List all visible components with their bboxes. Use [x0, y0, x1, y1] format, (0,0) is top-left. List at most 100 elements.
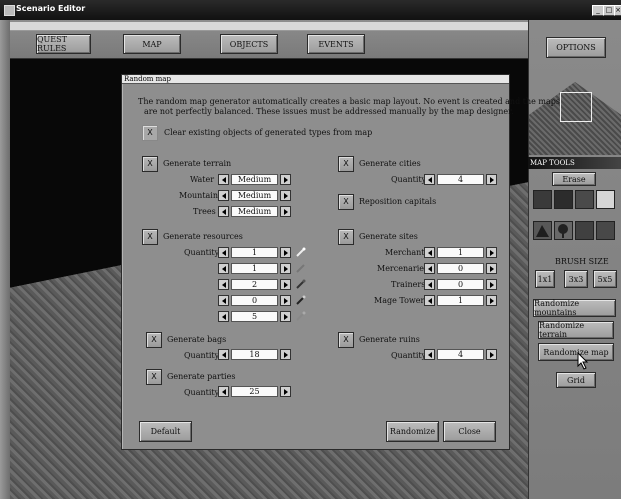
parties-quantity-label: Quantity — [184, 388, 220, 397]
trees-increase-button[interactable] — [280, 206, 291, 217]
resource-2-icon — [296, 264, 305, 273]
generate-bags-label: Generate bags — [167, 335, 227, 344]
erase-button[interactable]: Erase — [552, 172, 596, 186]
ruins-quantity-value: 4 — [437, 349, 484, 360]
window-titlebar: Scenario Editor _ □ × — [0, 0, 621, 21]
mountains-value: Medium — [231, 190, 278, 201]
generate-sites-checkbox[interactable]: X — [338, 229, 354, 245]
brush-size-label: BRUSH SIZE — [555, 257, 609, 266]
generate-resources-checkbox[interactable]: X — [142, 229, 158, 245]
resource-5-increase-button[interactable] — [280, 311, 291, 322]
brush-3x3-button[interactable]: 3x3 — [564, 270, 588, 288]
resource-5-decrease-button[interactable] — [218, 311, 229, 322]
mage-towers-label: Mage Towers — [374, 296, 429, 305]
tab-events[interactable]: EVENTS — [307, 34, 365, 54]
water-decrease-button[interactable] — [218, 174, 229, 185]
bags-decrease-button[interactable] — [218, 349, 229, 360]
cities-quantity-label: Quantity — [391, 175, 427, 184]
resource-2-increase-button[interactable] — [280, 263, 291, 274]
resource-2-decrease-button[interactable] — [218, 263, 229, 274]
tab-quest-rules[interactable]: QUEST RULES — [36, 34, 91, 54]
randomize-mountains-button[interactable]: Randomize mountains — [533, 299, 616, 317]
resource-3-decrease-button[interactable] — [218, 279, 229, 290]
generate-parties-checkbox[interactable]: X — [146, 369, 162, 385]
terrain-tile-5[interactable] — [575, 221, 594, 240]
mage-towers-increase-button[interactable] — [486, 295, 497, 306]
top-toolbar: QUEST RULES MAP OBJECTS EVENTS — [10, 20, 528, 59]
ruins-increase-button[interactable] — [486, 349, 497, 360]
trainers-decrease-button[interactable] — [424, 279, 435, 290]
close-button[interactable]: Close — [443, 421, 496, 442]
terrain-tile-2[interactable] — [554, 190, 573, 209]
tree-tile-icon[interactable] — [554, 221, 573, 240]
trees-decrease-button[interactable] — [218, 206, 229, 217]
resource-3-increase-button[interactable] — [280, 279, 291, 290]
bags-increase-button[interactable] — [280, 349, 291, 360]
ruins-quantity-label: Quantity — [391, 351, 427, 360]
options-button[interactable]: OPTIONS — [546, 37, 606, 58]
cities-increase-button[interactable] — [486, 174, 497, 185]
terrain-tile-6[interactable] — [596, 221, 615, 240]
generate-bags-checkbox[interactable]: X — [146, 332, 162, 348]
mountain-tile-icon[interactable] — [533, 221, 552, 240]
parties-increase-button[interactable] — [280, 386, 291, 397]
water-value: Medium — [231, 174, 278, 185]
generate-ruins-checkbox[interactable]: X — [338, 332, 354, 348]
mountains-decrease-button[interactable] — [218, 190, 229, 201]
mouse-cursor-icon — [577, 352, 589, 370]
mercenaries-decrease-button[interactable] — [424, 263, 435, 274]
reposition-capitals-checkbox[interactable]: X — [338, 194, 354, 210]
resource-1-increase-button[interactable] — [280, 247, 291, 258]
merchants-decrease-button[interactable] — [424, 247, 435, 258]
dialog-title: Random map — [122, 75, 509, 84]
cities-decrease-button[interactable] — [424, 174, 435, 185]
brush-1x1-button[interactable]: 1x1 — [535, 270, 555, 288]
merchants-value: 1 — [437, 247, 484, 258]
mage-towers-decrease-button[interactable] — [424, 295, 435, 306]
generate-terrain-checkbox[interactable]: X — [142, 156, 158, 172]
clear-existing-label: Clear existing objects of generated type… — [164, 128, 373, 137]
mountains-increase-button[interactable] — [280, 190, 291, 201]
resource-1-value: 1 — [231, 247, 278, 258]
resource-4-decrease-button[interactable] — [218, 295, 229, 306]
resource-1-decrease-button[interactable] — [218, 247, 229, 258]
trainers-increase-button[interactable] — [486, 279, 497, 290]
left-border — [0, 20, 10, 499]
cities-quantity-value: 4 — [437, 174, 484, 185]
reposition-capitals-label: Reposition capitals — [359, 197, 437, 206]
resource-4-value: 0 — [231, 295, 278, 306]
resource-4-increase-button[interactable] — [280, 295, 291, 306]
parties-decrease-button[interactable] — [218, 386, 229, 397]
mercenaries-label: Mercenaries — [377, 264, 429, 273]
minimap-viewport[interactable] — [560, 92, 592, 122]
generate-sites-label: Generate sites — [359, 232, 418, 241]
generate-cities-label: Generate cities — [359, 159, 421, 168]
tab-map[interactable]: MAP — [123, 34, 181, 54]
ruins-decrease-button[interactable] — [424, 349, 435, 360]
mercenaries-increase-button[interactable] — [486, 263, 497, 274]
mage-towers-value: 1 — [437, 295, 484, 306]
close-icon[interactable]: × — [614, 5, 621, 16]
resource-2-value: 1 — [231, 263, 278, 274]
generate-ruins-label: Generate ruins — [359, 335, 420, 344]
resource-4-icon — [296, 295, 306, 305]
water-increase-button[interactable] — [280, 174, 291, 185]
grid-button[interactable]: Grid — [556, 372, 596, 388]
resource-3-icon — [296, 279, 306, 289]
terrain-tile-1[interactable] — [533, 190, 552, 209]
brush-5x5-button[interactable]: 5x5 — [593, 270, 617, 288]
randomize-terrain-button[interactable]: Randomize terrain — [538, 321, 614, 339]
randomize-button[interactable]: Randomize — [386, 421, 439, 442]
clear-existing-checkbox[interactable]: X — [142, 125, 158, 141]
default-button[interactable]: Default — [139, 421, 192, 442]
resource-5-value: 5 — [231, 311, 278, 322]
mercenaries-value: 0 — [437, 263, 484, 274]
app-icon — [4, 5, 15, 16]
generate-cities-checkbox[interactable]: X — [338, 156, 354, 172]
parties-quantity-value: 25 — [231, 386, 278, 397]
tab-objects[interactable]: OBJECTS — [220, 34, 278, 54]
terrain-tile-4[interactable] — [596, 190, 615, 209]
merchants-increase-button[interactable] — [486, 247, 497, 258]
terrain-tile-3[interactable] — [575, 190, 594, 209]
generate-terrain-label: Generate terrain — [163, 159, 232, 168]
